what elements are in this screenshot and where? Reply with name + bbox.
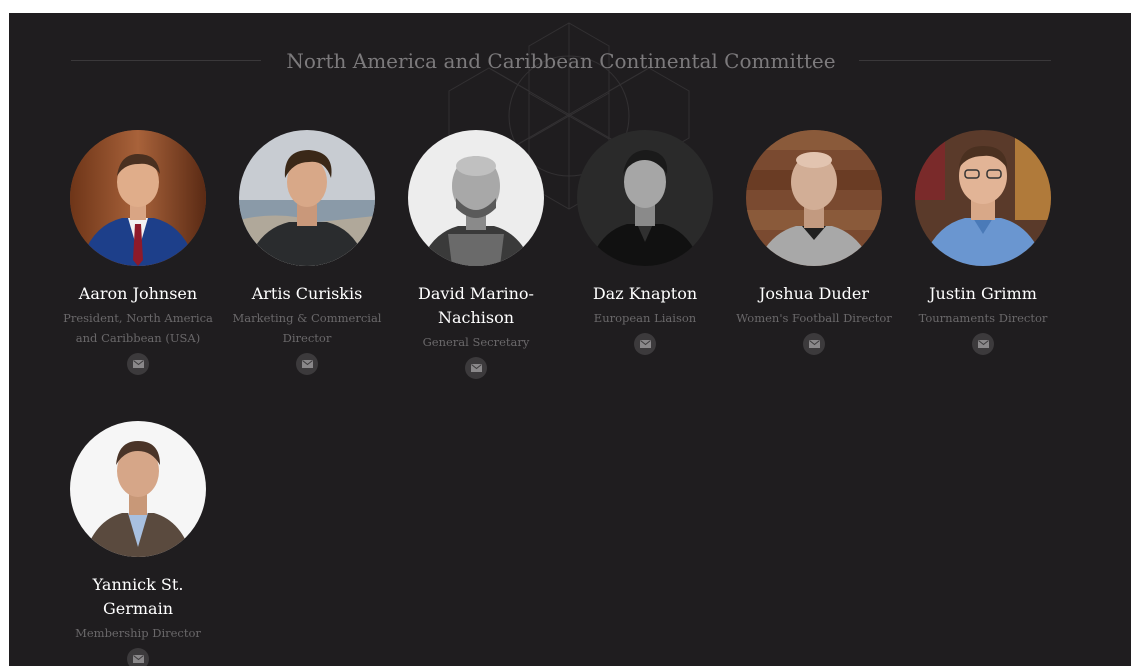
member-name: David Marino-Nachison: [418, 284, 534, 327]
member-role: Tournaments Director: [918, 311, 1048, 325]
avatar: [577, 130, 713, 266]
member-name: Justin Grimm: [929, 284, 1037, 303]
member-card: Joshua Duder Women's Football Director: [734, 130, 894, 355]
email-icon: [639, 340, 651, 348]
member-name: Artis Curiskis: [251, 284, 363, 303]
member-role: Women's Football Director: [736, 311, 892, 325]
member-card: David Marino-Nachison General Secretary: [396, 130, 556, 379]
email-icon: [132, 655, 144, 663]
avatar: [915, 130, 1051, 266]
member-name: Joshua Duder: [759, 284, 869, 303]
member-name: Yannick St. Germain: [92, 575, 184, 618]
avatar: [746, 130, 882, 266]
email-icon: [470, 364, 482, 372]
member-card: Justin Grimm Tournaments Director: [903, 130, 1063, 355]
member-card: Aaron Johnsen President, North America a…: [58, 130, 218, 375]
avatar: [70, 130, 206, 266]
avatar: [408, 130, 544, 266]
email-icon: [132, 360, 144, 368]
section-title: North America and Caribbean Continental …: [286, 49, 836, 73]
member-role: President, North America and Caribbean (…: [63, 311, 213, 345]
email-button[interactable]: [972, 333, 994, 355]
email-button[interactable]: [127, 353, 149, 375]
avatar: [70, 421, 206, 557]
member-card: Artis Curiskis Marketing & Commercial Di…: [227, 130, 387, 375]
member-name: Daz Knapton: [592, 284, 698, 303]
email-button[interactable]: [803, 333, 825, 355]
email-button[interactable]: [465, 357, 487, 379]
avatar: [239, 130, 375, 266]
email-button[interactable]: [127, 648, 149, 666]
member-card: Yannick St. Germain Membership Director: [58, 421, 218, 666]
email-button[interactable]: [634, 333, 656, 355]
member-role: European Liaison: [593, 311, 697, 325]
email-button[interactable]: [296, 353, 318, 375]
email-icon: [977, 340, 989, 348]
member-name: Aaron Johnsen: [78, 284, 198, 303]
email-icon: [301, 360, 313, 368]
member-role: Marketing & Commercial Director: [232, 311, 382, 345]
member-role: Membership Director: [75, 626, 201, 640]
section-header: North America and Caribbean Continental …: [71, 46, 1051, 76]
member-role: General Secretary: [422, 335, 530, 349]
email-icon: [808, 340, 820, 348]
committee-section: North America and Caribbean Continental …: [9, 13, 1131, 666]
member-card: Daz Knapton European Liaison: [565, 130, 725, 355]
